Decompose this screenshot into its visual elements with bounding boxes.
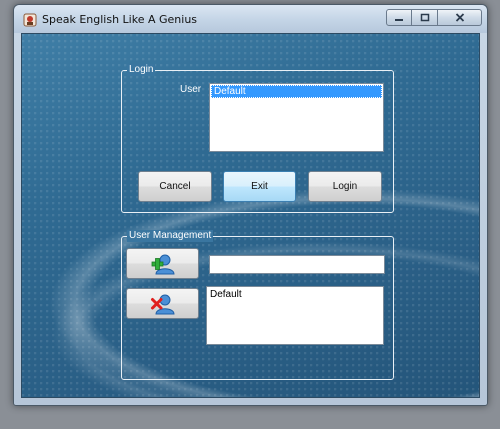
app-badge-icon: [23, 13, 37, 27]
new-user-input[interactable]: [209, 255, 385, 274]
app-window: Speak English Like A Genius Login User D…: [13, 4, 488, 406]
client-area: Login User Default Cancel Exit Login Use…: [21, 33, 480, 398]
caption-buttons: [386, 9, 482, 26]
window-title: Speak English Like A Genius: [42, 13, 198, 26]
remove-user-icon: [150, 294, 175, 314]
exit-button[interactable]: Exit: [223, 171, 296, 202]
add-user-icon: [151, 254, 175, 274]
list-item[interactable]: Default: [207, 287, 383, 302]
close-button[interactable]: [438, 9, 482, 26]
close-icon: [438, 10, 481, 25]
user-management-group-title: User Management: [127, 230, 214, 242]
user-label: User: [180, 84, 202, 95]
login-group: Login User Default Cancel Exit Login: [121, 64, 394, 213]
cancel-button[interactable]: Cancel: [138, 171, 212, 202]
list-item[interactable]: Default: [211, 85, 382, 98]
remove-user-button[interactable]: [126, 288, 199, 319]
minimize-button[interactable]: [386, 9, 412, 26]
user-management-listbox[interactable]: Default: [206, 286, 384, 345]
maximize-button[interactable]: [412, 9, 438, 26]
user-listbox[interactable]: Default: [209, 83, 384, 152]
maximize-icon: [412, 10, 437, 25]
login-group-title: Login: [127, 64, 156, 76]
minimize-icon: [387, 10, 411, 25]
user-management-group: User Management Default: [121, 230, 394, 380]
login-button[interactable]: Login: [308, 171, 382, 202]
title-bar[interactable]: Speak English Like A Genius: [14, 5, 487, 33]
add-user-button[interactable]: [126, 248, 199, 279]
